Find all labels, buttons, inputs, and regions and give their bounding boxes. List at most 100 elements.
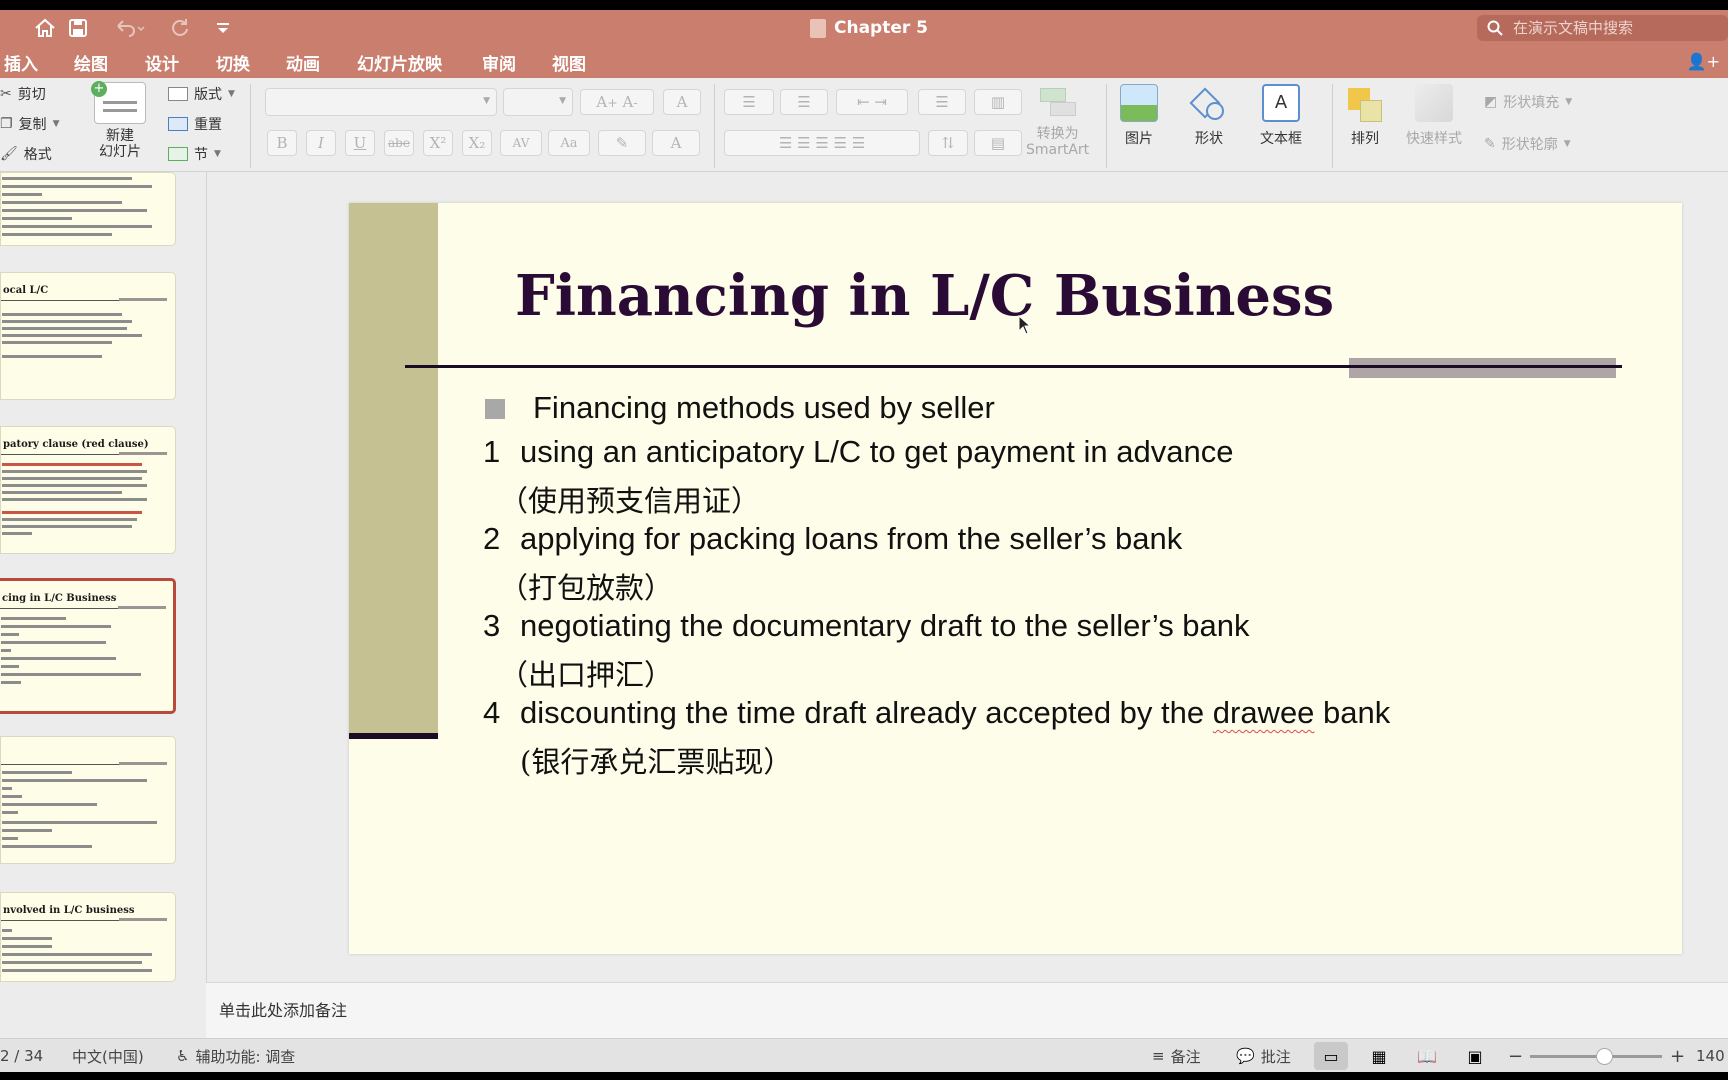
quick-styles-button[interactable]: 快速样式 — [1406, 84, 1462, 148]
reading-view-icon[interactable]: 📖 — [1410, 1042, 1444, 1070]
shape-button[interactable]: 形状 — [1189, 84, 1228, 148]
share-icon[interactable]: 👤+ — [1687, 52, 1720, 71]
new-slide-button[interactable]: + 新建 幻灯片 — [91, 81, 146, 160]
slide-thumbnail[interactable]: nvolved in L/C business — [0, 892, 176, 982]
align-buttons-icon[interactable]: ☰ ☰ ☰ ☰ ☰ — [724, 130, 920, 156]
tab-view[interactable]: 视图 — [552, 50, 586, 75]
redo-icon[interactable] — [168, 14, 192, 42]
home-icon[interactable] — [30, 14, 60, 42]
clear-format-icon[interactable]: A — [663, 89, 701, 115]
tab-insert[interactable]: 插入 — [4, 50, 38, 75]
underline-button[interactable]: U — [345, 130, 375, 156]
item-cn[interactable]: （使用预支信用证） — [499, 478, 760, 520]
accessibility-label: 辅助功能: 调查 — [195, 1047, 296, 1066]
pane-divider[interactable] — [206, 172, 207, 982]
item-cn[interactable]: （打包放款） — [499, 565, 673, 607]
item-text[interactable]: negotiating the documentary draft to the… — [520, 608, 1250, 644]
font-size-adjust-buttons[interactable]: A + A- — [580, 89, 654, 115]
zoom-level[interactable]: 140 — [1696, 1039, 1725, 1073]
arrange-label: 排列 — [1351, 131, 1379, 147]
item-cn[interactable]: (银行承兑汇票贴现） — [520, 739, 792, 781]
layout-button[interactable]: 版式 ▼ — [168, 84, 235, 104]
item-text[interactable]: using an anticipatory L/C to get payment… — [520, 434, 1233, 470]
bullets-icon[interactable]: ☰ — [724, 89, 774, 115]
slide-thumbnail[interactable] — [0, 172, 176, 246]
zoom-slider[interactable] — [1530, 1048, 1662, 1065]
accessibility-button[interactable]: ♿ 辅助功能: 调查 — [176, 1039, 295, 1073]
zoom-in-button[interactable]: + — [1670, 1039, 1685, 1073]
font-size-select[interactable]: ▼ — [503, 88, 573, 116]
section-button[interactable]: 节 ▼ — [168, 144, 221, 164]
change-case-button[interactable]: Aa — [548, 130, 590, 156]
copy-button[interactable]: ❐ 复制 ▼ — [0, 114, 59, 134]
numbering-icon[interactable]: ☰ — [780, 89, 828, 115]
tab-transitions[interactable]: 切换 — [216, 50, 250, 75]
subscript-button[interactable]: X₂ — [462, 130, 492, 156]
bold-button[interactable]: B — [267, 130, 297, 156]
shape-icon — [1189, 84, 1228, 122]
convert-smartart-button[interactable]: 转换为 SmartArt — [1026, 82, 1089, 158]
zoom-slider-thumb[interactable] — [1596, 1048, 1613, 1065]
chevron-down-icon: ▼ — [559, 96, 566, 106]
format-painter-button[interactable]: 🖌 格式 — [0, 144, 52, 164]
line-spacing-icon[interactable]: ☰ — [918, 89, 966, 115]
undo-icon[interactable] — [114, 14, 146, 42]
item-cn[interactable]: （出口押汇） — [499, 652, 673, 694]
slide-canvas[interactable]: Financing in L/C Business Financing meth… — [349, 203, 1682, 954]
indent-icon[interactable]: ⇤ ⇥ — [836, 89, 908, 115]
slide-thumbnail[interactable]: patory clause (red clause) — [0, 426, 176, 554]
tab-animations[interactable]: 动画 — [286, 50, 320, 75]
slide-sorter-icon[interactable]: ▦ — [1362, 1042, 1396, 1070]
copy-label: 复制 — [18, 117, 47, 133]
slide-heading[interactable]: Financing methods used by seller — [533, 390, 995, 426]
shape-outline-button[interactable]: ✎ 形状轮廓 ▼ — [1484, 134, 1571, 154]
ribbon-separator — [714, 84, 715, 168]
comments-label: 批注 — [1260, 1047, 1291, 1066]
font-color-button[interactable]: A — [652, 130, 700, 156]
superscript-button[interactable]: X² — [423, 130, 453, 156]
arrange-button[interactable]: 排列 — [1346, 84, 1384, 148]
chevron-down-icon: ▼ — [214, 149, 221, 159]
cut-button[interactable]: ✂ 剪切 — [0, 84, 46, 104]
slide-title[interactable]: Financing in L/C Business — [515, 263, 1334, 329]
picture-button[interactable]: 图片 — [1120, 84, 1158, 148]
search-input[interactable] — [1513, 19, 1713, 37]
columns-icon[interactable]: ▥ — [974, 89, 1022, 115]
zoom-out-button[interactable]: − — [1508, 1039, 1523, 1073]
italic-button[interactable]: I — [306, 130, 336, 156]
normal-view-icon[interactable]: ▭ — [1314, 1042, 1348, 1070]
tab-review[interactable]: 审阅 — [482, 50, 516, 75]
section-icon — [168, 147, 188, 161]
save-icon[interactable] — [66, 14, 90, 42]
brush-icon: 🖌 — [0, 146, 18, 162]
slide-thumbnail[interactable]: ocal L/C — [0, 272, 176, 400]
tab-draw[interactable]: 绘图 — [74, 50, 108, 75]
comments-button[interactable]: 💬 批注 — [1236, 1039, 1291, 1073]
chevron-down-icon: ▼ — [1563, 139, 1571, 149]
slideshow-view-icon[interactable]: ▣ — [1458, 1042, 1492, 1070]
slide-thumbnail[interactable] — [0, 736, 176, 864]
reset-button[interactable]: 重置 — [168, 114, 222, 134]
char-spacing-button[interactable]: AV — [500, 130, 542, 156]
text-direction-icon[interactable]: ⇅ — [928, 130, 968, 156]
shape-fill-button[interactable]: ◩ 形状填充 ▼ — [1484, 92, 1572, 112]
item-text[interactable]: applying for packing loans from the sell… — [520, 521, 1182, 557]
tab-slideshow[interactable]: 幻灯片放映 — [357, 50, 442, 75]
layout-icon — [168, 87, 188, 101]
search-box[interactable] — [1477, 15, 1728, 41]
strikethrough-button[interactable]: abe — [384, 130, 414, 156]
convert-label-2: SmartArt — [1026, 142, 1090, 158]
align-text-icon[interactable]: ▤ — [974, 130, 1022, 156]
spelling-flagged-word[interactable]: drawee — [1213, 695, 1315, 730]
highlight-icon[interactable]: ✎ — [598, 130, 646, 156]
customize-toolbar-icon[interactable] — [212, 14, 234, 42]
textbox-button[interactable]: A 文本框 — [1260, 84, 1302, 148]
tab-design[interactable]: 设计 — [145, 50, 179, 75]
notes-toggle-button[interactable]: ≡ 备注 — [1152, 1039, 1201, 1073]
slide-thumbnail-selected[interactable]: cing in L/C Business — [0, 578, 176, 714]
language-indicator[interactable]: 中文(中国) — [72, 1039, 144, 1073]
item-text[interactable]: discounting the time draft already accep… — [520, 695, 1390, 731]
notes-pane[interactable]: 单击此处添加备注 — [206, 982, 1728, 1038]
cut-label: 剪切 — [17, 87, 46, 103]
font-name-select[interactable]: ▼ — [265, 88, 497, 116]
